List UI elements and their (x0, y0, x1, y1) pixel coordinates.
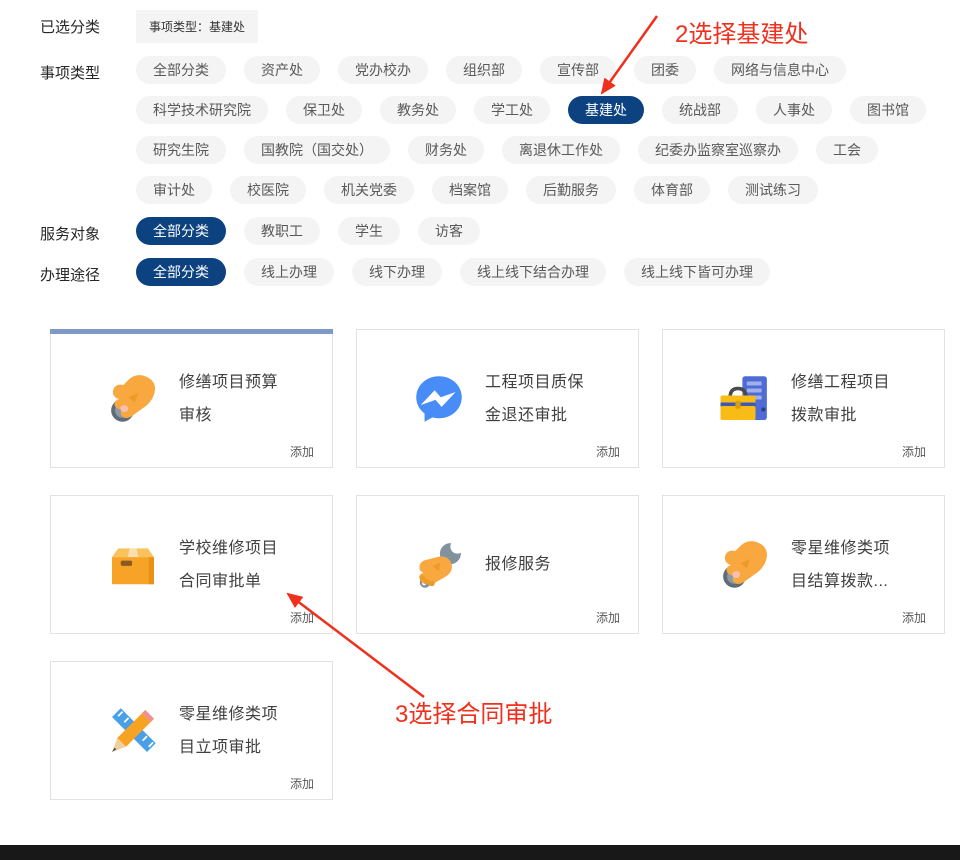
service-card-1[interactable]: 修缮项目预算 审核 添加 (50, 329, 333, 468)
service-card-4[interactable]: 学校维修项目 合同审批单 添加 (50, 495, 333, 634)
chip-宣传部[interactable]: 宣传部 (540, 56, 616, 84)
chip-科学技术研究院[interactable]: 科学技术研究院 (136, 96, 268, 124)
service-target-label: 服务对象 (40, 226, 101, 243)
service-card-3[interactable]: 修缮工程项目 拨款审批 添加 (662, 329, 945, 468)
chip-离退休工作处[interactable]: 离退休工作处 (502, 136, 620, 164)
add-button[interactable]: 添加 (902, 443, 926, 460)
selected-filter-tag[interactable]: 事项类型：基建处 (136, 10, 259, 43)
chip-list-item-type: 全部分类 资产处 党办校办 组织部 宣传部 团委 网络与信息中心科学技术研究院 保卫处 教务处学… (136, 56, 936, 204)
filter-panel: 已选分类 事项类型：基建处 事项类型 全部分类 资产处 党办校办 组织部 宣传部 团委 网络… (0, 0, 960, 286)
chip-资产处[interactable]: 资产处 (244, 56, 320, 84)
chip-全部分类[interactable]: 全部分类 (136, 258, 226, 286)
coin-hand-icon (105, 371, 161, 427)
chip-财务处[interactable]: 财务处 (408, 136, 484, 164)
coin-hand-icon (717, 537, 773, 593)
chip-全部分类[interactable]: 全部分类 (136, 56, 226, 84)
service-card-2[interactable]: 工程项目质保 金退还审批 添加 (356, 329, 639, 468)
selected-category-row: 已选分类 事项类型：基建处 (40, 10, 960, 43)
chip-学工处[interactable]: 学工处 (474, 96, 550, 124)
service-card-7[interactable]: 零星维修类项 目立项审批 添加 (50, 661, 333, 800)
chip-研究生院[interactable]: 研究生院 (136, 136, 226, 164)
add-button[interactable]: 添加 (596, 443, 620, 460)
chip-list-channel: 全部分类 线上办理 线下办理 线上线下结合办理 线上线下皆可办理 (136, 258, 936, 286)
channel-label: 办理途径 (40, 267, 101, 284)
card-title: 零星维修类项 目立项审批 (179, 705, 279, 756)
card-title: 修缮工程项目 拨款审批 (791, 373, 891, 424)
package-box-icon (105, 537, 161, 593)
add-button[interactable]: 添加 (290, 443, 314, 460)
chip-图书馆[interactable]: 图书馆 (850, 96, 926, 124)
chip-工会[interactable]: 工会 (816, 136, 878, 164)
service-card-6[interactable]: 零星维修类项 目结算拨款... 添加 (662, 495, 945, 634)
step3-annotation: 3选择合同审批 (395, 701, 553, 728)
chip-人事处[interactable]: 人事处 (756, 96, 832, 124)
chip-保卫处[interactable]: 保卫处 (286, 96, 362, 124)
chip-团委[interactable]: 团委 (634, 56, 696, 84)
card-title: 工程项目质保 金退还审批 (485, 373, 585, 424)
chip-线下办理[interactable]: 线下办理 (352, 258, 442, 286)
selected-category-label: 已选分类 (40, 19, 101, 36)
chip-教职工[interactable]: 教职工 (244, 217, 320, 245)
chip-线上线下皆可办理[interactable]: 线上线下皆可办理 (624, 258, 770, 286)
chip-线上办理[interactable]: 线上办理 (244, 258, 334, 286)
chip-后勤服务[interactable]: 后勤服务 (526, 176, 616, 204)
card-title: 修缮项目预算 审核 (179, 373, 279, 424)
messenger-icon (411, 371, 467, 427)
chip-体育部[interactable]: 体育部 (634, 176, 710, 204)
chip-基建处[interactable]: 基建处 (568, 96, 644, 124)
chip-审计处[interactable]: 审计处 (136, 176, 212, 204)
service-card-5[interactable]: 报修服务 添加 (356, 495, 639, 634)
chip-校医院[interactable]: 校医院 (230, 176, 306, 204)
add-button[interactable]: 添加 (290, 775, 314, 792)
channel-row: 办理途径 全部分类 线上办理 线下办理 线上线下结合办理 线上线下皆可办理 (40, 258, 960, 286)
card-title: 学校维修项目 合同审批单 (179, 539, 279, 590)
service-target-row: 服务对象 全部分类 教职工 学生 访客 (40, 217, 960, 245)
chip-学生[interactable]: 学生 (338, 217, 400, 245)
item-type-row: 事项类型 全部分类 资产处 党办校办 组织部 宣传部 团委 网络与信息中心科学技术研究院 保卫… (40, 56, 960, 204)
chip-国教院（国交处）[interactable]: 国教院（国交处） (244, 136, 390, 164)
chip-线上线下结合办理[interactable]: 线上线下结合办理 (460, 258, 606, 286)
chip-全部分类[interactable]: 全部分类 (136, 217, 226, 245)
chip-访客[interactable]: 访客 (418, 217, 480, 245)
card-title: 报修服务 (485, 556, 552, 573)
add-button[interactable]: 添加 (596, 609, 620, 626)
chip-党办校办[interactable]: 党办校办 (338, 56, 428, 84)
chip-list-service-target: 全部分类 教职工 学生 访客 (136, 217, 936, 245)
item-type-label: 事项类型 (40, 65, 101, 82)
chip-测试练习[interactable]: 测试练习 (728, 176, 818, 204)
chip-教务处[interactable]: 教务处 (380, 96, 456, 124)
service-card-grid: 修缮项目预算 审核 添加 工程项目质保 金退还审批 添加 修缮工程项目 拨款审批… (50, 329, 945, 800)
chip-组织部[interactable]: 组织部 (446, 56, 522, 84)
card-title: 零星维修类项 目结算拨款... (791, 539, 891, 590)
wrench-hand-icon (411, 537, 467, 593)
chip-网络与信息中心[interactable]: 网络与信息中心 (714, 56, 846, 84)
pencil-ruler-icon (105, 703, 161, 759)
chip-档案馆[interactable]: 档案馆 (432, 176, 508, 204)
chip-纪委办监察室巡察办[interactable]: 纪委办监察室巡察办 (638, 136, 798, 164)
add-button[interactable]: 添加 (290, 609, 314, 626)
toolbox-icon (717, 371, 773, 427)
chip-统战部[interactable]: 统战部 (662, 96, 738, 124)
bottom-taskbar-strip (0, 845, 960, 860)
step2-annotation: 2选择基建处 (675, 21, 809, 48)
add-button[interactable]: 添加 (902, 609, 926, 626)
chip-机关党委[interactable]: 机关党委 (324, 176, 414, 204)
